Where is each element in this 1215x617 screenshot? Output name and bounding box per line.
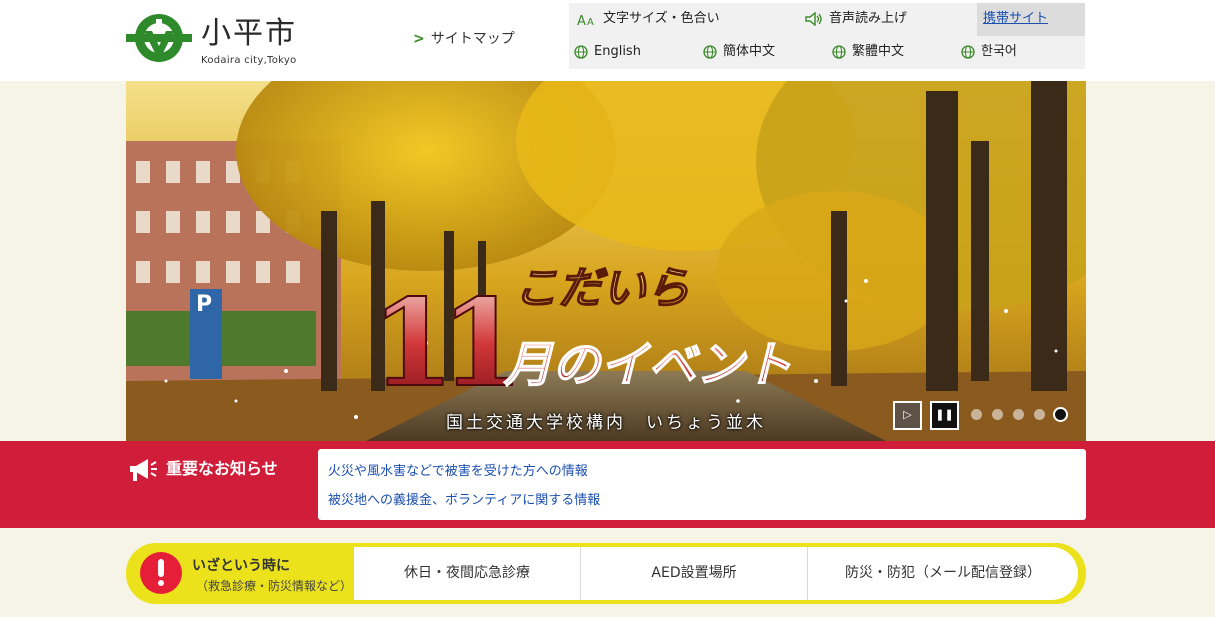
hero-slide-image: P 11 こだいら 月のイベント [126, 81, 1086, 441]
notice-link-list: 火災や風水害などで被害を受けた方への情報 被災地への義援金、ボランティアに関する… [318, 449, 1086, 520]
hero-caption: 国土交通大学校構内 いちょう並木 [446, 413, 766, 433]
city-emblem-icon [126, 14, 192, 62]
disaster-prevention-mail-link[interactable]: 防災・防犯（メール配信登録） [808, 547, 1078, 600]
speaker-icon [805, 11, 822, 26]
emergency-link-list: 休日・夜間応急診療 AED設置場所 防災・防犯（メール配信登録） [354, 547, 1078, 600]
site-subtitle: Kodaira city,Tokyo [201, 55, 297, 66]
banner-month-number: 11 [371, 273, 512, 414]
exclamation-icon [140, 552, 182, 594]
sitemap-label: サイトマップ [430, 31, 515, 47]
pause-icon: ❚❚ [935, 409, 954, 421]
text-size-color-link[interactable]: A A 文字サイズ・色合い [577, 3, 720, 36]
sitemap-link[interactable]: > サイトマップ [413, 28, 515, 48]
site-header: 小平市 Kodaira city,Tokyo > サイトマップ A A 文字サイズ… [0, 0, 1215, 81]
notice-link-disaster-victims[interactable]: 火災や風水害などで被害を受けた方への情報 [328, 457, 1076, 486]
parking-sign-text: P [196, 292, 212, 317]
svg-text:A: A [577, 14, 586, 26]
banner-title-line2: 月のイベント [503, 337, 792, 393]
globe-icon [703, 44, 717, 59]
hero-slideshow[interactable]: P 11 こだいら 月のイベント 国土交通大学校構内 いちょう並木 ▷ ❚❚ [126, 81, 1086, 441]
mobile-site-link[interactable]: 携帯サイト [977, 3, 1085, 36]
slide-dot[interactable] [1034, 409, 1045, 420]
utility-row-languages: English 簡体中文 繁體中文 한국어 [569, 36, 1085, 69]
language-english-link[interactable]: English [574, 36, 641, 69]
emergency-subtitle: （救急診療・防災情報など） [196, 579, 353, 593]
slide-dot[interactable] [971, 409, 982, 420]
megaphone-icon [130, 458, 157, 481]
chevron-right-icon: > [413, 31, 425, 47]
notice-title: 重要なお知らせ [166, 459, 278, 478]
notice-link-donations-volunteers[interactable]: 被災地への義援金、ボランティアに関する情報 [328, 486, 1076, 515]
slideshow-play-button[interactable]: ▷ [893, 401, 922, 430]
globe-icon [961, 44, 975, 59]
site-title: 小平市 [201, 16, 297, 51]
emergency-heading: いざという時に （救急診療・防災情報など） [126, 543, 354, 604]
holiday-night-clinic-link[interactable]: 休日・夜間応急診療 [354, 547, 581, 600]
voice-read-label: 音声読み上げ [829, 11, 908, 26]
slide-dot-active[interactable] [1053, 407, 1068, 422]
language-simplified-chinese-link[interactable]: 簡体中文 [703, 36, 775, 69]
notice-heading: 重要なお知らせ [128, 455, 278, 483]
language-label: 한국어 [981, 44, 1017, 59]
language-label: 簡体中文 [723, 44, 776, 59]
language-label: 繁體中文 [852, 44, 905, 59]
voice-read-link[interactable]: 音声読み上げ [805, 3, 907, 36]
home-logo-link[interactable]: 小平市 Kodaira city,Tokyo [126, 11, 326, 71]
language-traditional-chinese-link[interactable]: 繁體中文 [832, 36, 904, 69]
globe-icon [832, 44, 846, 59]
emergency-title: いざという時に [192, 558, 290, 574]
utility-menu: A A 文字サイズ・色合い 音声読み上げ 携帯サイト English 簡体中文 [569, 3, 1085, 69]
emergency-bar: いざという時に （救急診療・防災情報など） 休日・夜間応急診療 AED設置場所 … [126, 543, 1086, 604]
globe-icon [574, 44, 588, 59]
language-korean-link[interactable]: 한국어 [961, 36, 1017, 69]
play-icon: ▷ [903, 409, 912, 421]
aed-locations-link[interactable]: AED設置場所 [581, 547, 808, 600]
slide-dot[interactable] [992, 409, 1003, 420]
slideshow-pause-button[interactable]: ❚❚ [930, 401, 959, 430]
svg-text:A: A [587, 17, 594, 26]
slide-dot[interactable] [1013, 409, 1024, 420]
language-label: English [594, 44, 641, 59]
utility-row-accessibility: A A 文字サイズ・色合い 音声読み上げ 携帯サイト [569, 3, 1085, 36]
text-size-icon: A A [577, 14, 594, 29]
important-notice-section: 重要なお知らせ 火災や風水害などで被害を受けた方への情報 被災地への義援金、ボラ… [0, 441, 1215, 528]
text-size-label: 文字サイズ・色合い [603, 11, 720, 26]
banner-title-line1: こだいら [514, 263, 690, 314]
